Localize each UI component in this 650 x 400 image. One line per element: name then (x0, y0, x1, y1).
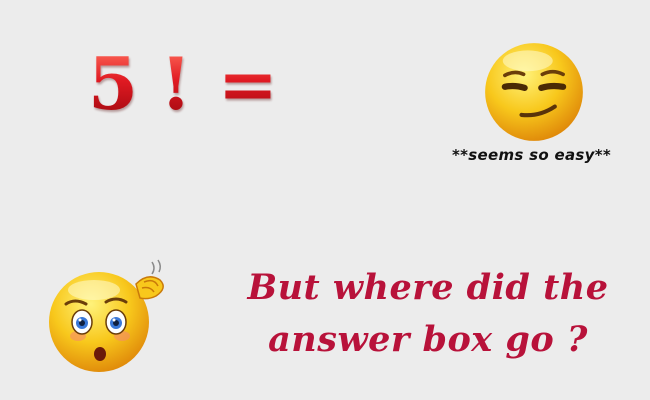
factorial-equation: 5! =? (88, 48, 350, 120)
factorial-symbol: ! (160, 41, 192, 126)
confused-face-icon (49, 259, 164, 372)
seems-easy-caption: **seems so easy** (452, 146, 611, 164)
equals-symbol: = (217, 41, 279, 126)
smirking-face-icon (485, 43, 583, 141)
missing-answer-box-question: But where did the answer box go ? (238, 262, 618, 366)
equation-number: 5 (88, 41, 139, 126)
question-line-2: answer box go ? (268, 319, 588, 360)
unknown-answer-symbol: ? (302, 41, 357, 126)
question-line-1: But where did the (247, 267, 609, 308)
